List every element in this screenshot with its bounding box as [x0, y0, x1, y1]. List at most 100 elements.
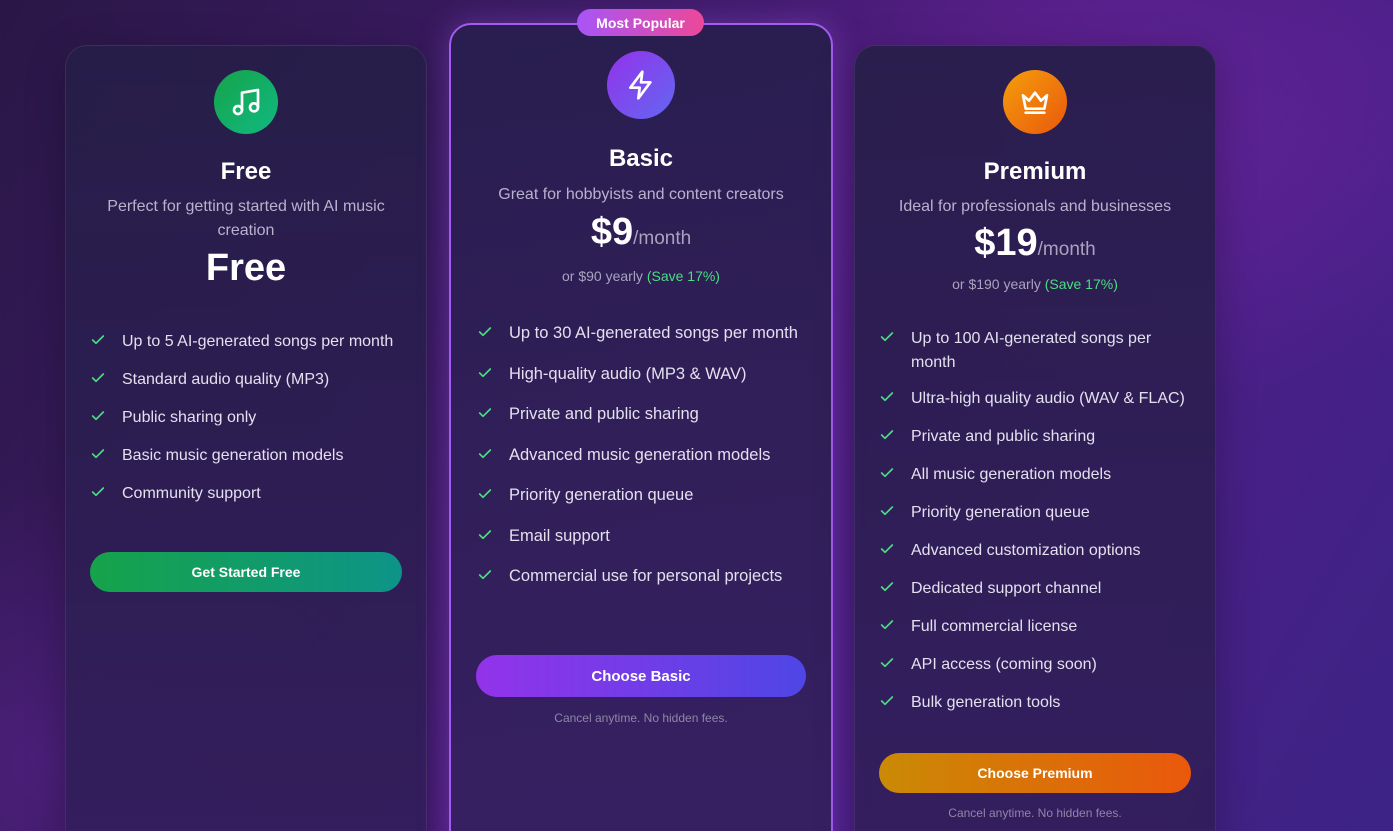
check-icon	[90, 482, 122, 508]
feature-item: Priority generation queue	[477, 483, 811, 510]
feature-item: Public sharing only	[90, 406, 406, 432]
check-icon	[477, 443, 509, 470]
plan-price: $9	[590, 211, 634, 253]
feature-item: Standard audio quality (MP3)	[90, 368, 406, 394]
check-icon	[477, 524, 509, 551]
feature-text: Up to 100 AI-generated songs per month	[911, 330, 1152, 371]
plan-description: Perfect for getting started with AI musi…	[107, 198, 385, 239]
check-icon	[90, 330, 122, 356]
check-icon	[879, 463, 911, 489]
feature-text: Advanced customization options	[911, 542, 1141, 559]
feature-item: Email support	[477, 524, 811, 551]
feature-text: Full commercial license	[911, 618, 1078, 635]
yearly-price-text: or $190 yearly	[952, 276, 1041, 292]
feature-item: Priority generation queue	[879, 501, 1195, 527]
feature-text: Priority generation queue	[911, 504, 1090, 521]
feature-text: Email support	[509, 526, 610, 545]
fine-print: Cancel anytime. No hidden fees.	[948, 806, 1122, 820]
check-icon	[879, 387, 911, 413]
feature-text: Private and public sharing	[911, 428, 1096, 445]
check-icon	[879, 501, 911, 527]
yearly-price: or $90 yearly (Save 17%)	[451, 268, 831, 284]
feature-item: Private and public sharing	[477, 402, 811, 429]
check-icon	[90, 444, 122, 470]
feature-text: API access (coming soon)	[911, 656, 1097, 673]
price-row: $19 /month	[855, 222, 1215, 265]
feature-item: Full commercial license	[879, 615, 1195, 641]
feature-item: Advanced music generation models	[477, 443, 811, 470]
feature-item: Advanced customization options	[879, 539, 1195, 565]
feature-text: Basic music generation models	[122, 447, 344, 464]
most-popular-badge: Most Popular	[577, 9, 704, 36]
yearly-price-text: or $90 yearly	[562, 268, 643, 284]
plan-price: $19	[974, 222, 1038, 264]
price-row: $9 /month	[451, 211, 831, 254]
feature-text: Bulk generation tools	[911, 694, 1061, 711]
check-icon	[879, 577, 911, 603]
feature-text: Commercial use for personal projects	[509, 567, 783, 585]
fine-print: Cancel anytime. No hidden fees.	[554, 711, 728, 725]
plan-name: Free	[220, 158, 272, 185]
check-icon	[90, 406, 122, 432]
feature-text: Community support	[122, 485, 261, 502]
save-badge: (Save 17%)	[1044, 276, 1118, 292]
lightning-bolt-icon	[607, 51, 675, 119]
plan-period: /month	[633, 228, 692, 249]
feature-item: Bulk generation tools	[879, 691, 1195, 717]
choose-basic-button[interactable]: Choose Basic	[476, 655, 806, 697]
check-icon	[90, 368, 122, 394]
yearly-price: or $190 yearly (Save 17%)	[855, 276, 1215, 292]
check-icon	[879, 615, 911, 641]
feature-text: Dedicated support channel	[911, 580, 1102, 597]
feature-item: Ultra-high quality audio (WAV & FLAC)	[879, 387, 1195, 413]
feature-text: Ultra-high quality audio (WAV & FLAC)	[911, 390, 1185, 407]
get-started-free-button[interactable]: Get Started Free	[90, 552, 402, 592]
check-icon	[879, 691, 911, 717]
price-row: Free	[66, 247, 426, 290]
plan-name: Basic	[608, 145, 674, 172]
feature-list: Up to 100 AI-generated songs per month U…	[879, 327, 1195, 729]
check-icon	[879, 425, 911, 451]
feature-text: High-quality audio (MP3 & WAV)	[509, 364, 747, 383]
pricing-card-basic: Basic Great for hobbyists and content cr…	[449, 23, 833, 831]
feature-text: Advanced music generation models	[509, 445, 771, 464]
save-badge: (Save 17%)	[646, 268, 720, 284]
check-icon	[477, 321, 509, 348]
check-icon	[879, 653, 911, 679]
check-icon	[477, 402, 509, 429]
plan-description: Great for hobbyists and content creators	[498, 186, 784, 203]
music-note-icon	[214, 70, 278, 134]
feature-text: Public sharing only	[122, 409, 257, 426]
feature-item: Community support	[90, 482, 406, 508]
feature-text: Standard audio quality (MP3)	[122, 371, 330, 388]
feature-text: Priority generation queue	[509, 486, 694, 504]
feature-item: Dedicated support channel	[879, 577, 1195, 603]
feature-item: High-quality audio (MP3 & WAV)	[477, 362, 811, 389]
feature-item: Private and public sharing	[879, 425, 1195, 451]
feature-text: Up to 30 AI-generated songs per month	[509, 324, 798, 342]
pricing-card-free: Free Perfect for getting started with AI…	[65, 45, 427, 831]
feature-text: Up to 5 AI-generated songs per month	[122, 333, 394, 350]
feature-list: Up to 30 AI-generated songs per month Hi…	[477, 321, 811, 605]
check-icon	[477, 564, 509, 591]
check-icon	[879, 539, 911, 565]
plan-price: Free	[205, 247, 287, 289]
plan-description: Ideal for professionals and businesses	[898, 198, 1172, 215]
choose-premium-button[interactable]: Choose Premium	[879, 753, 1191, 793]
check-icon	[477, 362, 509, 389]
plan-name: Premium	[983, 158, 1087, 185]
feature-text: Private and public sharing	[509, 405, 699, 423]
feature-item: Up to 5 AI-generated songs per month	[90, 330, 406, 356]
check-icon	[477, 483, 509, 510]
feature-item: API access (coming soon)	[879, 653, 1195, 679]
pricing-card-premium: Premium Ideal for professionals and busi…	[854, 45, 1216, 831]
feature-text: All music generation models	[911, 466, 1112, 483]
feature-item: Up to 100 AI-generated songs per month	[879, 327, 1195, 375]
check-icon	[879, 327, 911, 353]
feature-item: Up to 30 AI-generated songs per month	[477, 321, 811, 348]
feature-list: Up to 5 AI-generated songs per month Sta…	[90, 330, 406, 520]
feature-item: All music generation models	[879, 463, 1195, 489]
crown-icon	[1003, 70, 1067, 134]
feature-item: Basic music generation models	[90, 444, 406, 470]
plan-period: /month	[1037, 239, 1096, 260]
